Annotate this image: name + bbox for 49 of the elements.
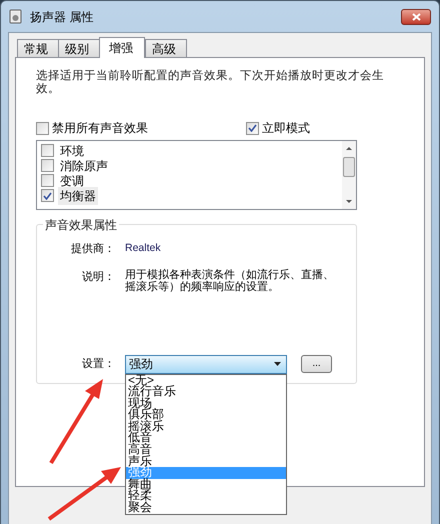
description-text: 用于模拟各种表演条件（如流行乐、直播、摇滚乐等）的频率响应的设置。 [125,268,335,292]
description-label: 说明： [81,270,115,284]
more-button[interactable]: ... [301,355,332,373]
tab[interactable]: 增强 [99,37,145,58]
checkbox[interactable] [41,174,54,187]
checkbox[interactable] [41,144,54,157]
check-icon [43,192,52,200]
checkbox[interactable] [41,159,54,172]
window-title: 扬声器 属性 [30,8,94,26]
check-icon [248,124,257,132]
group-title: 声音效果属性 [43,216,119,234]
dropdown-option[interactable]: 声乐 [126,456,286,468]
effect-item[interactable]: 变调 [58,172,86,190]
scroll-down-icon [346,200,352,203]
scroll-up-icon [346,147,352,150]
tab[interactable]: 常规 [17,39,59,57]
dropdown-arrow-icon [274,362,281,366]
intro-text: 选择适用于当前聆听配置的声音效果。下次开始播放时更改才会生效。 [36,70,385,96]
scrollbar[interactable] [342,141,356,209]
dropdown-option[interactable]: 低音 [126,432,286,444]
effect-item[interactable]: 环境 [58,142,86,160]
provider-label: 提供商： [70,242,115,257]
tab[interactable]: 高级 [145,39,187,57]
scrollbar-thumb[interactable] [343,157,355,177]
checkbox[interactable] [246,122,259,134]
dropdown-option[interactable]: <无> [126,374,286,386]
tab[interactable]: 级别 [58,39,100,57]
disable-all-checkbox[interactable]: 禁用所有声音效果 [36,119,246,137]
checkbox[interactable] [36,122,49,134]
dropdown-option[interactable]: 俱乐部 [126,409,286,421]
close-icon [412,12,420,20]
dropdown-option[interactable]: 流行音乐 [126,386,286,398]
dropdown-option[interactable]: 现场 [126,398,286,410]
dropdown-option[interactable]: 高音 [126,444,286,456]
effect-item[interactable]: 均衡器 [58,186,98,204]
dropdown-option[interactable]: 摇滚乐 [126,420,286,432]
checkbox[interactable] [41,189,54,202]
checkbox-label: 禁用所有声音效果 [52,120,148,137]
setting-label: 设置： [81,356,115,372]
dropdown-option[interactable]: 舞曲 [126,478,286,490]
provider-value: Realtek [125,241,161,256]
close-button[interactable] [401,8,431,24]
speaker-properties-icon [9,9,22,24]
immediate-mode-checkbox[interactable]: 立即模式 [246,119,310,137]
checkbox-label: 立即模式 [262,120,310,137]
setting-dropdown[interactable]: 强劲 [125,354,287,374]
dropdown-option[interactable]: 聚会 [126,502,286,514]
effect-item[interactable]: 消除原声 [58,156,110,174]
dropdown-option[interactable]: 轻柔 [126,490,286,502]
